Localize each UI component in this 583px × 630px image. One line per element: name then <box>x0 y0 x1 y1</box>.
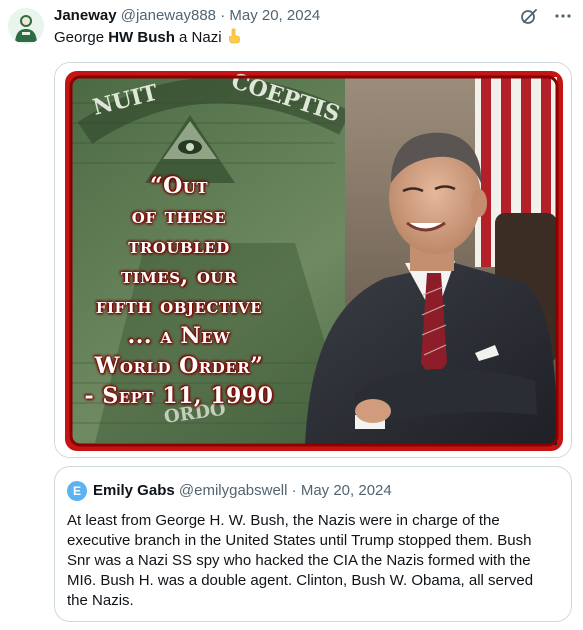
header-separator: · <box>220 7 226 24</box>
quoted-author-avatar[interactable]: E <box>67 481 87 501</box>
overlay-line: - Sept 11, 1990 <box>84 383 274 409</box>
tweet-actions-top <box>519 6 573 26</box>
quoted-author-handle[interactable]: @emilygabswell <box>179 482 288 499</box>
quoted-tweet[interactable]: E Emily Gabs @emilygabswell · May 20, 20… <box>54 466 572 622</box>
pointing-down-emoji-icon <box>226 28 242 44</box>
overlay-line: “Out <box>149 173 209 199</box>
author-avatar[interactable] <box>8 8 44 44</box>
overlay-line: times, our <box>121 263 237 289</box>
tweet-text-bold: HW Bush <box>108 29 175 46</box>
quoted-tweet-date[interactable]: May 20, 2024 <box>301 482 392 499</box>
overlay-line: fifth objective <box>95 293 263 319</box>
author-name[interactable]: Janeway <box>54 7 117 24</box>
tweet-header: Janeway @janeway888 · May 20, 2024 <box>54 6 320 26</box>
overlay-line: World Order” <box>94 353 264 379</box>
tweet-text-prefix: George <box>54 29 109 46</box>
quoted-tweet-text: At least from George H. W. Bush, the Naz… <box>67 512 534 609</box>
author-handle[interactable]: @janeway888 <box>121 7 216 24</box>
tweet-text-suffix: a Nazi <box>174 29 222 46</box>
avatar-image <box>8 8 44 44</box>
tweet-date[interactable]: May 20, 2024 <box>229 7 320 24</box>
quoted-header-separator: · <box>291 482 297 499</box>
tweet-media[interactable]: NUIT COEPTIS ORDO “Out of these troubled… <box>54 62 572 458</box>
media-quote-overlay: “Out of these troubled times, our fifth … <box>69 171 289 411</box>
tweet-text: George HW Bush a Nazi <box>54 28 242 48</box>
overlay-line: ... a New <box>127 323 231 349</box>
overlay-line: troubled <box>128 233 230 259</box>
quoted-tweet-header: Emily Gabs @emilygabswell · May 20, 2024 <box>93 481 392 501</box>
overlay-line: of these <box>131 203 227 229</box>
more-icon[interactable] <box>553 6 573 26</box>
grok-icon[interactable] <box>519 6 539 26</box>
tweet: Janeway @janeway888 · May 20, 2024 Georg… <box>0 0 583 630</box>
quoted-author-name[interactable]: Emily Gabs <box>93 482 175 499</box>
